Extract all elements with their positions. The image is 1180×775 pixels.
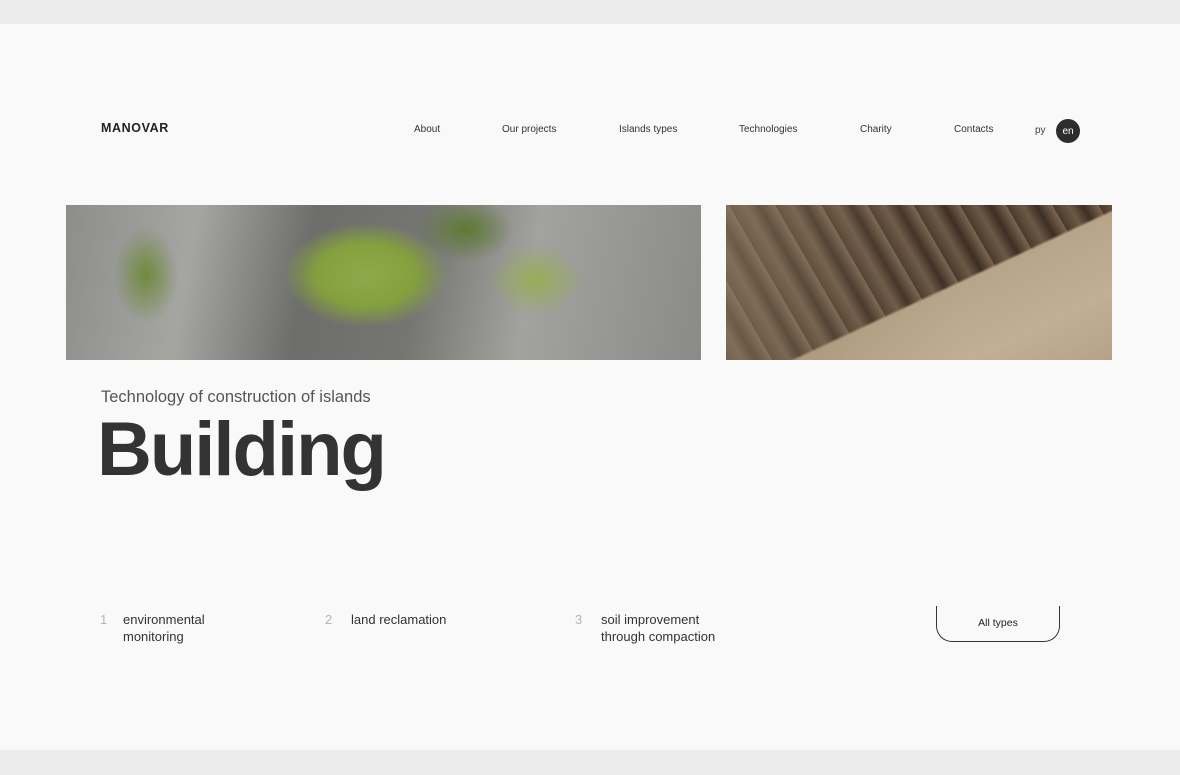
language-en[interactable]: en [1056,119,1080,143]
all-types-label: All types [978,617,1018,629]
hero-image-aerial-lake [66,205,701,360]
nav-contacts[interactable]: Contacts [954,124,993,135]
nav-islands-types[interactable]: Islands types [619,124,677,135]
nav-technologies[interactable]: Technologies [739,124,797,135]
all-types-button[interactable]: All types [936,606,1060,642]
type-number: 1 [100,612,108,627]
hero-title: Building [97,407,387,492]
type-label: land reclamation [351,612,447,627]
type-label: soil improvement through compaction [601,612,716,644]
nav-charity[interactable]: Charity [860,124,892,135]
type-number: 3 [575,612,583,627]
hero-image-sand-dune [726,205,1112,360]
type-label: environmental monitoring [123,612,205,644]
page: MANOVAR About Our projects Islands types… [0,24,1180,750]
type-number: 2 [325,612,333,627]
language-ru[interactable]: ру [1035,125,1045,136]
hero-subtitle: Technology of construction of islands [101,388,371,406]
main-nav: About Our projects Islands types Technol… [0,124,1180,140]
nav-our-projects[interactable]: Our projects [502,124,556,135]
nav-about[interactable]: About [414,124,440,135]
